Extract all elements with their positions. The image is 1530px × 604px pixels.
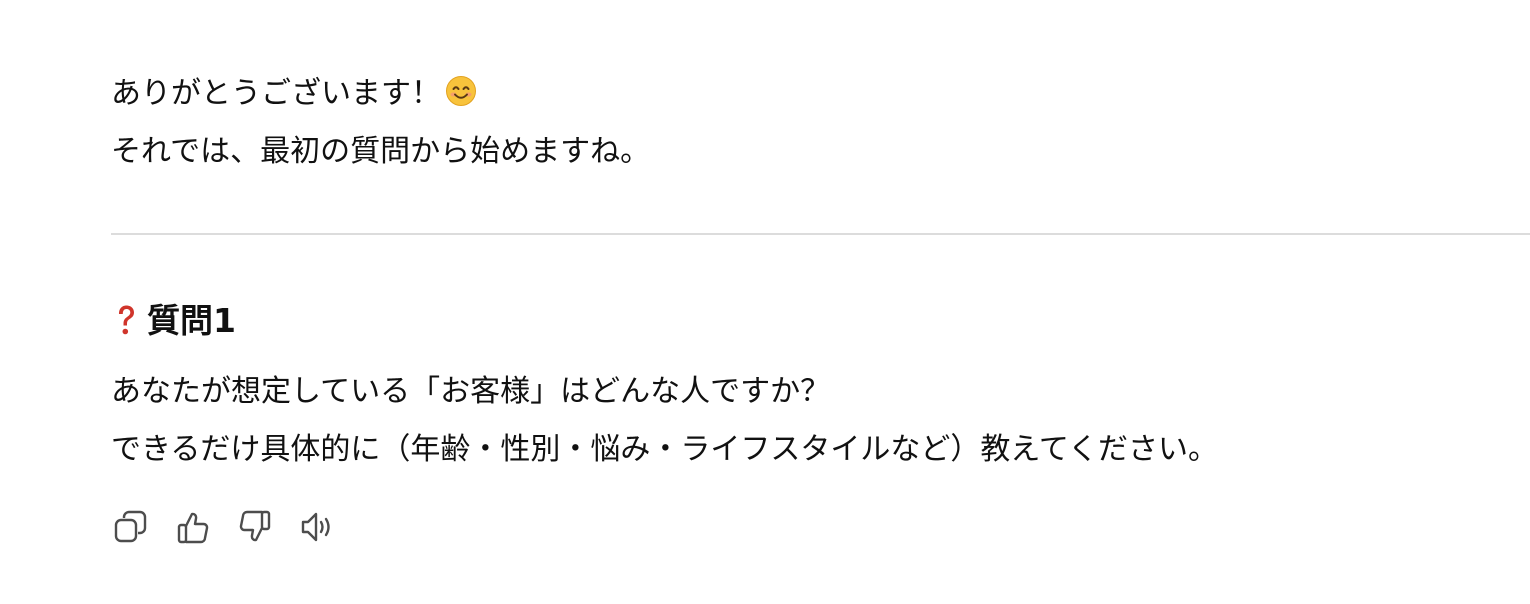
copy-button[interactable] — [111, 507, 151, 547]
thumbs-up-button[interactable] — [173, 507, 213, 547]
thumbs-up-icon — [175, 509, 211, 545]
thumbs-down-icon — [237, 509, 273, 545]
question-line-1: あなたが想定している「お客様」はどんな人ですか？ — [111, 374, 831, 409]
divider — [111, 233, 1530, 235]
question-line-2: できるだけ具体的に（年齢・性別・悩み・ライフスタイルなど）教えてください。 — [111, 432, 1218, 467]
copy-icon — [113, 509, 149, 545]
question-title: 質問1 — [147, 301, 236, 340]
intro-line: それでは、最初の質問から始めますね。 — [111, 134, 651, 169]
red-question-mark-icon — [114, 303, 138, 339]
thumbs-down-button[interactable] — [235, 507, 275, 547]
smiling-face-icon — [445, 75, 477, 118]
message-actions — [111, 507, 359, 547]
greeting-text: ありがとうございます！ — [111, 76, 441, 111]
question-heading: 質問1 — [114, 299, 236, 343]
greeting-line: ありがとうございます！ — [111, 74, 477, 118]
read-aloud-icon — [299, 509, 335, 545]
read-aloud-button[interactable] — [297, 507, 337, 547]
